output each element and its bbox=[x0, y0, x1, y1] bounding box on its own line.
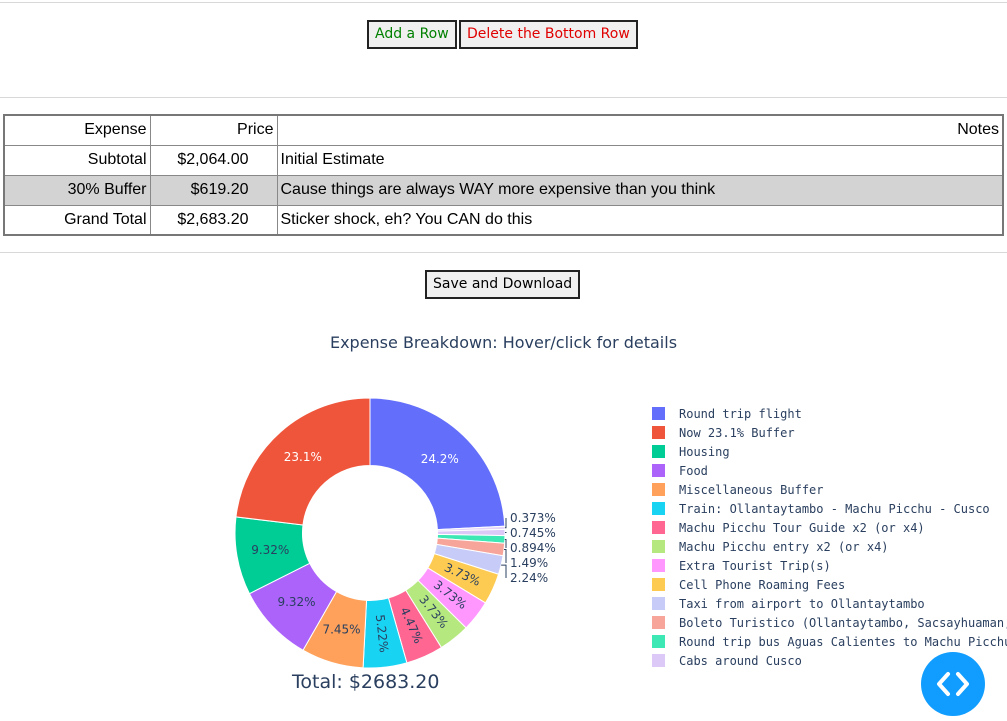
legend-item[interactable]: Cell Phone Roaming Fees bbox=[652, 575, 1007, 594]
legend-label: Train: Ollantaytambo - Machu Picchu - Cu… bbox=[679, 501, 990, 516]
slice-label: 0.373% bbox=[510, 511, 556, 525]
legend-label: Extra Tourist Trip(s) bbox=[679, 558, 831, 573]
legend-swatch bbox=[652, 502, 665, 515]
slice-label: 24.2% bbox=[421, 452, 459, 466]
legend-item[interactable]: Housing bbox=[652, 442, 1007, 461]
legend-swatch bbox=[652, 464, 665, 477]
legend-label: Boleto Turistico (Ollantaytambo, Sacsayh… bbox=[679, 615, 1007, 630]
legend-label: Miscellaneous Buffer bbox=[679, 482, 824, 497]
legend-item[interactable]: Miscellaneous Buffer bbox=[652, 480, 1007, 499]
slice-label: 9.32% bbox=[277, 595, 315, 609]
legend-swatch bbox=[652, 597, 665, 610]
legend-label: Now 23.1% Buffer bbox=[679, 425, 795, 440]
legend-swatch bbox=[652, 521, 665, 534]
legend-item[interactable]: Taxi from airport to Ollantaytambo bbox=[652, 594, 1007, 613]
total-label: Total: $2683.20 bbox=[292, 671, 440, 693]
legend-label: Machu Picchu entry x2 (or x4) bbox=[679, 539, 889, 554]
legend-item[interactable]: Round trip bus Aguas Calientes to Machu … bbox=[652, 632, 1007, 651]
legend-item[interactable]: Round trip flight bbox=[652, 404, 1007, 423]
leader-line bbox=[503, 549, 507, 563]
legend-swatch bbox=[652, 654, 665, 667]
legend-item[interactable]: Now 23.1% Buffer bbox=[652, 423, 1007, 442]
legend-label: Round trip flight bbox=[679, 406, 802, 421]
legend-label: Food bbox=[679, 463, 708, 478]
code-toggle-button[interactable] bbox=[921, 652, 985, 716]
legend-label: Cell Phone Roaming Fees bbox=[679, 577, 846, 592]
legend-label: Machu Picchu Tour Guide x2 (or x4) bbox=[679, 520, 925, 535]
legend-swatch bbox=[652, 540, 665, 553]
slice-label: 7.45% bbox=[322, 623, 360, 637]
legend-item[interactable]: Boleto Turistico (Ollantaytambo, Sacsayh… bbox=[652, 613, 1007, 632]
slice-label: 1.49% bbox=[510, 556, 548, 570]
slice-label: 2.24% bbox=[510, 571, 548, 585]
slice-label: 0.745% bbox=[510, 526, 556, 540]
legend-swatch bbox=[652, 616, 665, 629]
legend-label: Round trip bus Aguas Calientes to Machu … bbox=[679, 634, 1007, 649]
slice-label: 9.32% bbox=[251, 543, 289, 557]
legend-swatch bbox=[652, 445, 665, 458]
legend-label: Housing bbox=[679, 444, 730, 459]
legend-item[interactable]: Extra Tourist Trip(s) bbox=[652, 556, 1007, 575]
legend-swatch bbox=[652, 426, 665, 439]
legend-swatch bbox=[652, 407, 665, 420]
legend-swatch bbox=[652, 635, 665, 648]
legend-label: Taxi from airport to Ollantaytambo bbox=[679, 596, 925, 611]
legend-item[interactable]: Train: Ollantaytambo - Machu Picchu - Cu… bbox=[652, 499, 1007, 518]
leader-line bbox=[501, 564, 507, 578]
chart-legend: Round trip flight Now 23.1% Buffer Housing… bbox=[652, 404, 1007, 670]
slice-label: 0.894% bbox=[510, 541, 556, 555]
legend-swatch bbox=[652, 483, 665, 496]
code-icon bbox=[937, 672, 969, 696]
slice-label: 23.1% bbox=[284, 450, 322, 464]
legend-item[interactable]: Machu Picchu Tour Guide x2 (or x4) bbox=[652, 518, 1007, 537]
legend-swatch bbox=[652, 559, 665, 572]
legend-swatch bbox=[652, 578, 665, 591]
legend-label: Cabs around Cusco bbox=[679, 653, 802, 668]
legend-item[interactable]: Machu Picchu entry x2 (or x4) bbox=[652, 537, 1007, 556]
legend-item[interactable]: Food bbox=[652, 461, 1007, 480]
